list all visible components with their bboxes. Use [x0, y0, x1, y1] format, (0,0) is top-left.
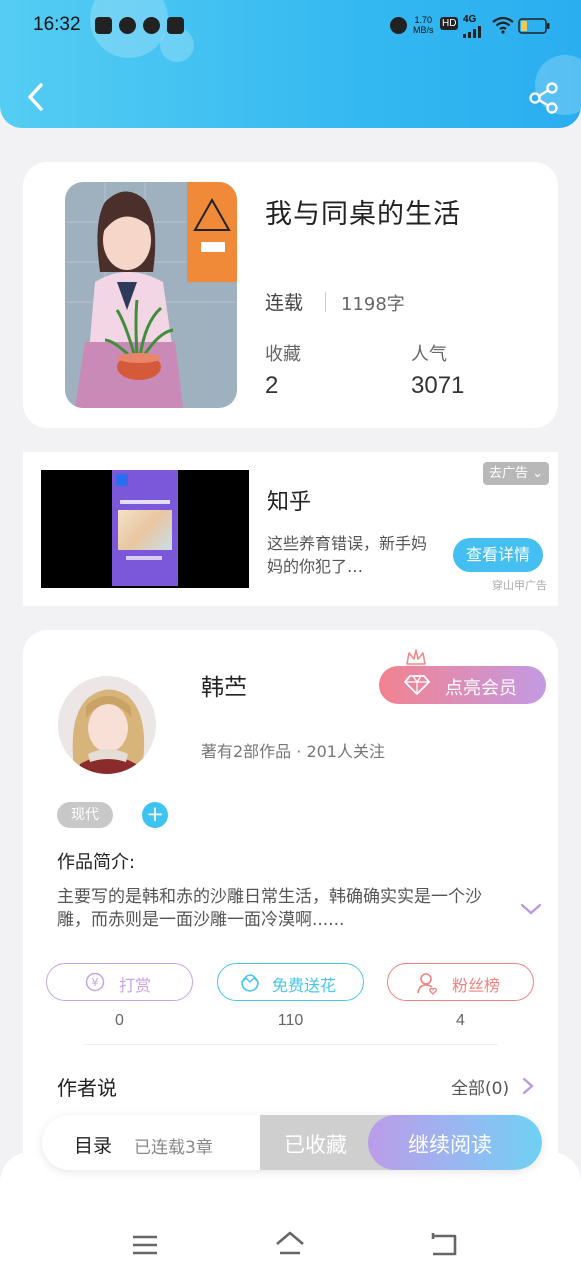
ad-brand: 知乎 — [267, 490, 312, 515]
ad-thumbnail-photo — [118, 510, 172, 550]
alarm-icon — [390, 17, 407, 34]
chat-notification-icon — [143, 17, 160, 34]
battery-icon — [518, 18, 550, 34]
word-count: 1198字 — [341, 294, 405, 315]
book-cover-image[interactable] — [65, 182, 237, 408]
view-all-link[interactable]: 全部(0) — [451, 1074, 509, 1099]
author-name: 韩苎 — [201, 675, 247, 701]
intro-heading: 作品简介: — [57, 852, 136, 873]
activate-vip-button[interactable]: 点亮会员 — [379, 666, 546, 704]
book-title: 我与同桌的生活 — [265, 199, 461, 230]
genre-tag[interactable]: 现代 — [57, 802, 113, 828]
tip-count: 0 — [115, 1012, 124, 1029]
network-speed: 1.70 MB/s — [413, 15, 434, 35]
chapter-status: 已连载3章 — [134, 1138, 213, 1158]
author-card: 韩苎 著有2部作品 · 201人关注 点亮会员 现代 + 作品简介: 主要写的是… — [23, 630, 558, 1190]
app-notification-icon — [95, 17, 112, 34]
status-bar: 16:32 1.70 MB/s HD 4G — [0, 12, 581, 42]
divider — [83, 1044, 498, 1045]
popularity-label: 人气 — [411, 344, 447, 365]
author-avatar[interactable] — [58, 676, 156, 774]
favorites-label: 收藏 — [265, 344, 301, 365]
tip-label: 打赏 — [119, 976, 152, 995]
speed-unit: MB/s — [413, 25, 434, 35]
coin-icon: ¥ — [85, 972, 105, 992]
speed-value: 1.70 — [414, 15, 433, 25]
send-flower-label: 免费送花 — [272, 976, 337, 995]
table-of-contents-button[interactable]: 目录 — [74, 1131, 112, 1158]
serial-status: 连载 — [265, 292, 304, 314]
ad-description: 这些养育错误，新手妈妈的你犯了… — [267, 534, 428, 576]
continue-reading-label: 继续阅读 — [408, 1133, 492, 1157]
status-time: 16:32 — [33, 14, 81, 35]
app-logo-icon — [116, 474, 128, 486]
ad-source-label: 穿山甲广告 — [492, 579, 547, 592]
author-says-heading: 作者说 — [57, 1076, 117, 1100]
fan-ranking-button[interactable]: 粉丝榜 — [387, 963, 534, 1001]
diamond-icon — [404, 675, 430, 695]
favorites-value: 2 — [265, 372, 279, 399]
flower-icon — [241, 974, 259, 992]
back-nav-icon[interactable] — [427, 1228, 461, 1262]
collected-label: 已收藏 — [284, 1133, 347, 1157]
wifi-icon — [492, 16, 514, 34]
top-header: 16:32 1.70 MB/s HD 4G — [0, 0, 581, 128]
author-meta: 著有2部作品 · 201人关注 — [201, 742, 385, 761]
fan-user-icon — [417, 973, 437, 995]
vip-button-label: 点亮会员 — [445, 678, 517, 699]
network-type: 4G — [463, 14, 477, 25]
menu-icon[interactable] — [128, 1228, 162, 1262]
ad-banner[interactable]: 知乎 这些养育错误，新手妈妈的你犯了… 去广告 ⌄ 查看详情 穿山甲广告 — [23, 452, 558, 606]
ad-caption-line — [120, 500, 170, 504]
continue-reading-button[interactable]: 继续阅读 — [368, 1115, 542, 1170]
back-button[interactable] — [22, 80, 52, 114]
crown-icon — [406, 649, 426, 668]
ad-thumbnail-content — [112, 470, 178, 586]
bottom-action-bar: 目录 已连载3章 已收藏 继续阅读 — [42, 1115, 542, 1170]
expand-chevron-icon[interactable] — [519, 900, 543, 918]
tip-button[interactable]: ¥ 打赏 — [46, 963, 193, 1001]
hd-badge: HD — [440, 17, 459, 30]
share-button[interactable] — [528, 82, 560, 114]
ad-caption-line — [126, 556, 162, 560]
fan-count: 4 — [456, 1012, 465, 1029]
fan-ranking-label: 粉丝榜 — [452, 976, 501, 995]
divider — [325, 292, 326, 312]
svg-text:¥: ¥ — [92, 976, 99, 989]
add-tag-button[interactable]: + — [142, 802, 168, 828]
intro-text: 主要写的是韩和赤的沙雕日常生活，韩确确实实是一个沙雕，而赤则是一面沙雕一面冷漠啊… — [57, 887, 482, 930]
flower-count: 110 — [277, 1012, 304, 1029]
compass-notification-icon — [119, 17, 136, 34]
signal-icon — [463, 26, 481, 38]
chevron-right-icon[interactable] — [521, 1076, 535, 1096]
send-flower-button[interactable]: 免费送花 — [217, 963, 364, 1001]
hotspot-notification-icon — [167, 17, 184, 34]
ad-video-thumbnail[interactable] — [41, 470, 249, 588]
book-info-card: 我与同桌的生活 连载 1198字 收藏 2 人气 3071 — [23, 162, 558, 428]
remove-ad-button[interactable]: 去广告 ⌄ — [483, 462, 549, 485]
home-icon[interactable] — [273, 1228, 307, 1262]
popularity-value: 3071 — [411, 372, 465, 399]
view-details-button[interactable]: 查看详情 — [453, 538, 543, 572]
